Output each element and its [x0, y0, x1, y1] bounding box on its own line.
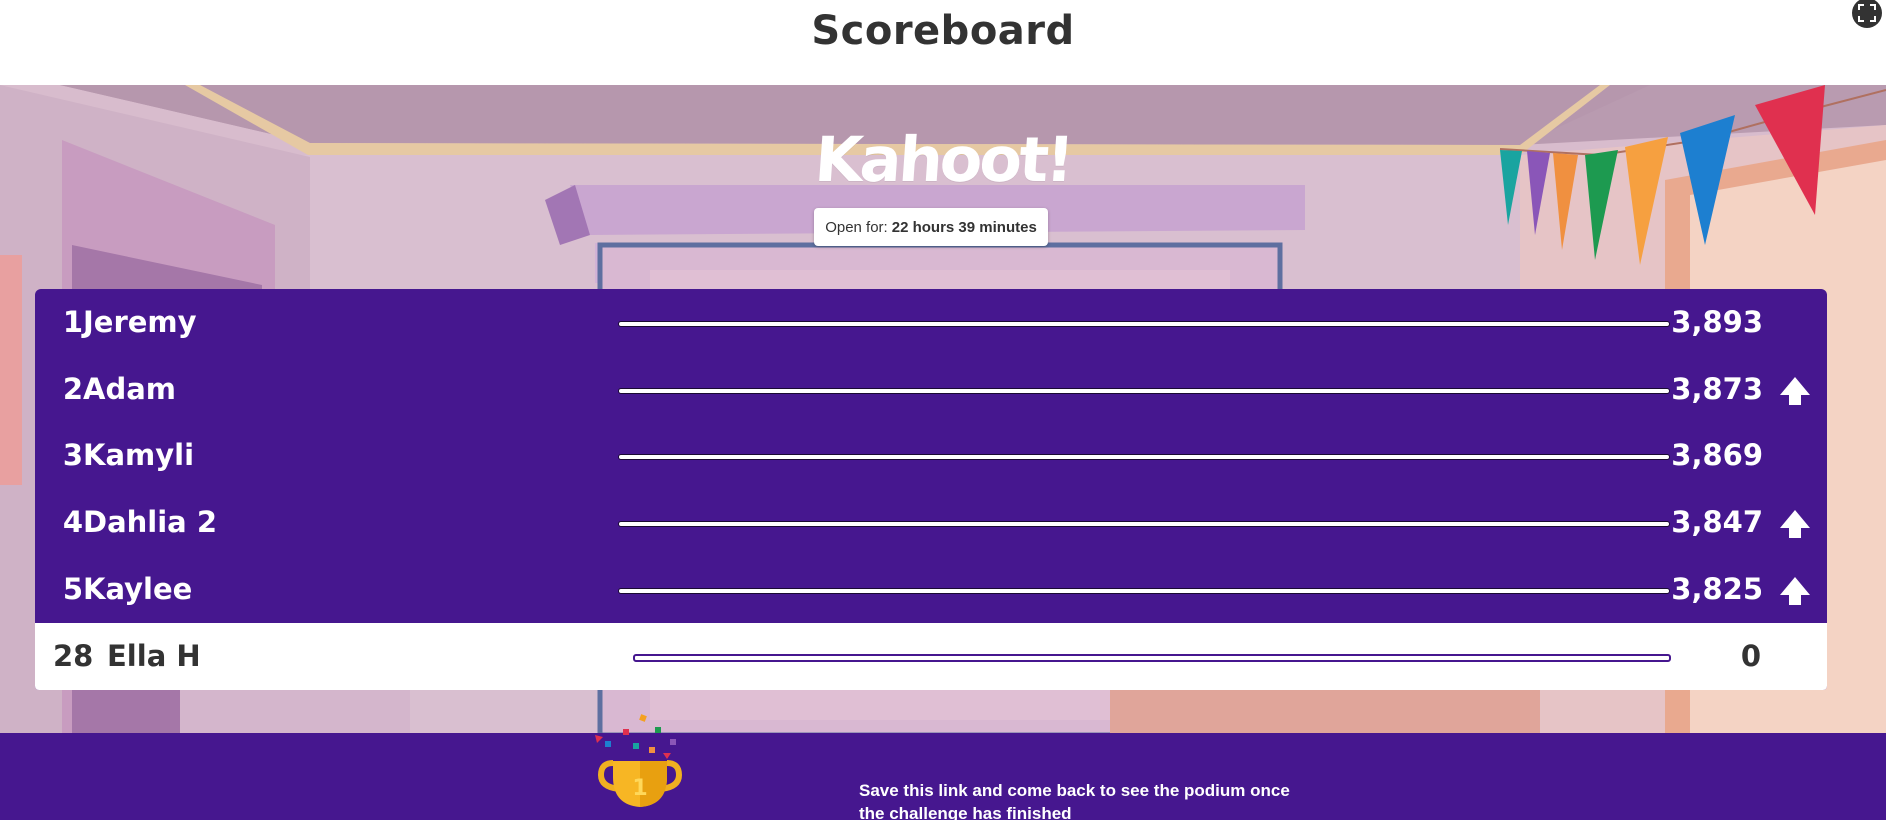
rank: 3 — [62, 438, 83, 472]
score: 3,869 — [1671, 438, 1763, 472]
open-label: Open for: — [825, 218, 888, 236]
score: 0 — [1740, 639, 1761, 673]
trophy-icon: 1 — [595, 714, 683, 807]
arrow-up-icon — [1780, 377, 1810, 405]
score-bar — [618, 521, 1670, 527]
fullscreen-icon — [1858, 4, 1876, 22]
score: 3,893 — [1671, 305, 1763, 339]
open-status-badge: Open for: 22 hours 39 minutes — [814, 208, 1048, 246]
score: 3,873 — [1671, 372, 1763, 406]
page-title: Scoreboard — [811, 8, 1075, 54]
header-bar: Scoreboard — [0, 0, 1886, 86]
player-name: Dahlia 2 — [83, 505, 218, 539]
score-bar — [618, 388, 1670, 394]
player-name: Ella H — [107, 639, 201, 673]
score: 3,825 — [1671, 572, 1763, 606]
player-name: Jeremy — [83, 305, 197, 339]
arrow-up-icon — [1780, 510, 1810, 538]
logo-container: Kahoot! — [0, 123, 1886, 196]
score-bar — [618, 321, 1670, 327]
player-name: Kaylee — [83, 572, 193, 606]
score-bar — [633, 654, 1671, 662]
rank: 28 — [53, 639, 94, 673]
kahoot-logo: Kahoot! — [812, 123, 1074, 196]
svg-text:1: 1 — [632, 776, 647, 801]
rank: 1 — [62, 305, 83, 339]
current-player-row: 28 Ella H 0 — [35, 623, 1827, 690]
leaderboard-row: 5 Kaylee 3,825 — [35, 556, 1827, 623]
rank: 5 — [62, 572, 83, 606]
leaderboard-row: 3 Kamyli 3,869 — [35, 422, 1827, 489]
leaderboard-row: 1 Jeremy 3,893 — [35, 289, 1827, 356]
leaderboard-row: 2 Adam 3,873 — [35, 356, 1827, 423]
score: 3,847 — [1671, 505, 1763, 539]
score-bar — [618, 588, 1670, 594]
footer-banner: 1 Save this link and come back to see th… — [0, 714, 1886, 823]
leaderboard-row: 4 Dahlia 2 3,847 — [35, 489, 1827, 556]
open-duration: 22 hours 39 minutes — [891, 218, 1037, 236]
leaderboard: 1 Jeremy 3,893 2 Adam 3,873 3 Kamyli 3,8… — [35, 289, 1827, 690]
rank: 4 — [62, 505, 83, 539]
player-name: Kamyli — [83, 438, 195, 472]
rank: 2 — [62, 372, 83, 406]
player-name: Adam — [83, 372, 176, 406]
arrow-up-icon — [1780, 577, 1810, 605]
footer-message: Save this link and come back to see the … — [859, 781, 1290, 823]
score-bar — [618, 454, 1670, 460]
